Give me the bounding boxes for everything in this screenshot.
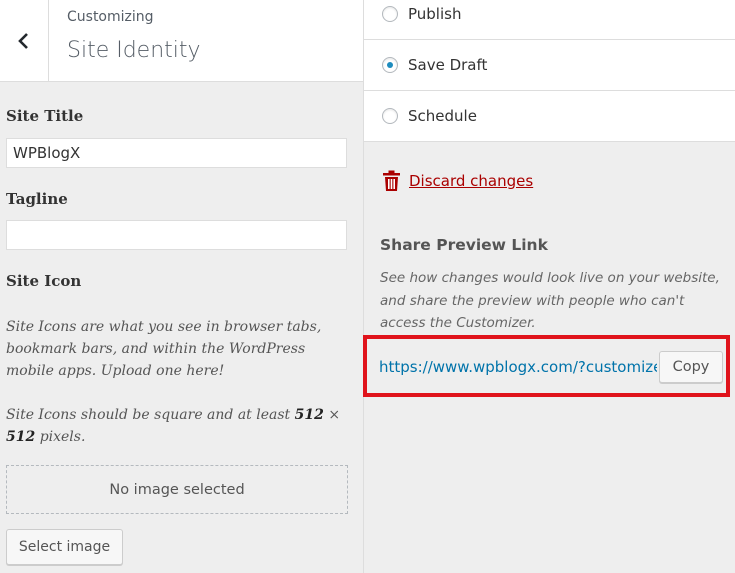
publish-label: Publish bbox=[408, 5, 462, 23]
site-title-input[interactable] bbox=[6, 138, 347, 168]
publish-option[interactable]: Publish bbox=[364, 0, 735, 40]
chevron-left-icon bbox=[18, 32, 28, 49]
preview-link-url[interactable]: https://www.wpblogx.com/?customize_chang… bbox=[375, 351, 657, 383]
schedule-radio[interactable] bbox=[382, 108, 398, 124]
schedule-label: Schedule bbox=[408, 107, 477, 125]
save-draft-label: Save Draft bbox=[408, 56, 488, 74]
share-preview-description: See how changes would look live on your … bbox=[380, 270, 720, 331]
share-preview-title: Share Preview Link bbox=[380, 236, 548, 254]
discard-changes-link[interactable]: Discard changes bbox=[382, 170, 533, 192]
site-icon-label: Site Icon bbox=[6, 272, 82, 290]
tagline-input[interactable] bbox=[6, 220, 347, 250]
no-image-placeholder[interactable]: No image selected bbox=[6, 465, 348, 514]
trash-icon bbox=[383, 170, 400, 191]
tagline-label: Tagline bbox=[6, 190, 68, 208]
discard-changes-label[interactable]: Discard changes bbox=[409, 172, 533, 190]
back-button[interactable] bbox=[0, 0, 49, 81]
breadcrumb: Customizing bbox=[67, 9, 154, 25]
select-image-button[interactable]: Select image bbox=[6, 529, 123, 565]
save-draft-option[interactable]: Save Draft bbox=[364, 40, 735, 91]
publish-radio[interactable] bbox=[382, 6, 398, 22]
copy-button[interactable]: Copy bbox=[659, 351, 723, 383]
schedule-option[interactable]: Schedule bbox=[364, 91, 735, 142]
customizer-left-panel: Customizing Site Identity Site Title Tag… bbox=[0, 0, 364, 573]
section-title: Site Identity bbox=[67, 38, 201, 63]
save-draft-radio[interactable] bbox=[382, 57, 398, 73]
site-title-label: Site Title bbox=[6, 107, 84, 125]
panel-header: Customizing Site Identity bbox=[0, 0, 363, 82]
site-icon-size-note: Site Icons should be square and at least… bbox=[6, 407, 341, 445]
site-icon-description: Site Icons are what you see in browser t… bbox=[6, 319, 322, 379]
